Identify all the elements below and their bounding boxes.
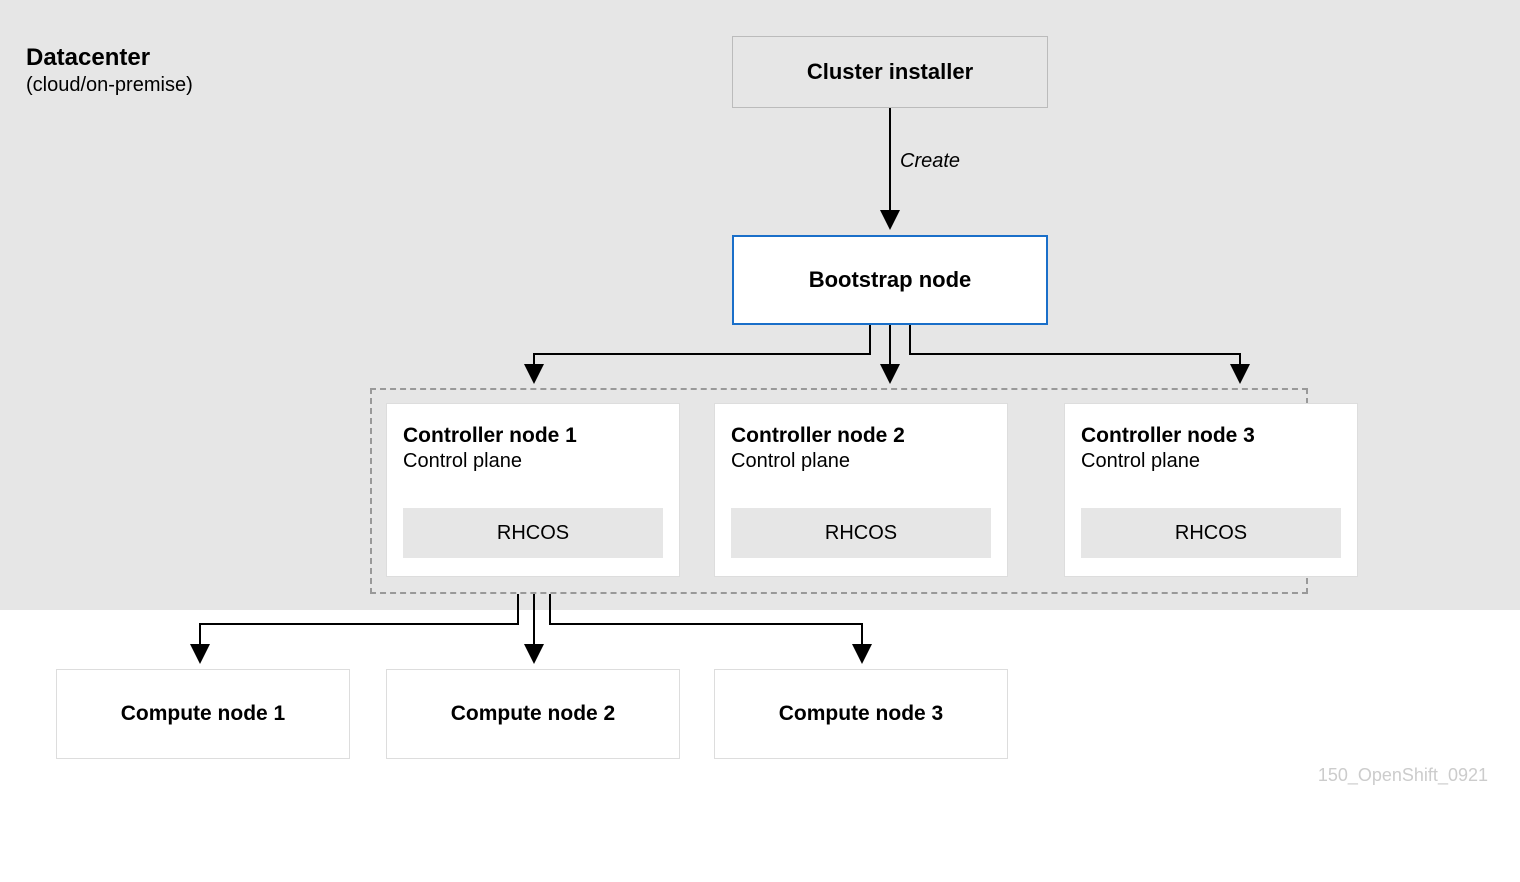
controller-3-title: Controller node 3	[1081, 424, 1341, 448]
compute-node-3: Compute node 3	[714, 669, 1008, 759]
controller-1-os: RHCOS	[403, 508, 663, 558]
compute-1-label: Compute node 1	[121, 702, 286, 726]
compute-3-label: Compute node 3	[779, 702, 944, 726]
controller-node-2: Controller node 2 Control plane RHCOS	[714, 403, 1008, 577]
controller-2-os: RHCOS	[731, 508, 991, 558]
cluster-installer-box: Cluster installer	[732, 36, 1048, 108]
controller-node-1: Controller node 1 Control plane RHCOS	[386, 403, 680, 577]
controller-3-sub: Control plane	[1081, 450, 1341, 473]
controller-node-3: Controller node 3 Control plane RHCOS	[1064, 403, 1358, 577]
controller-2-sub: Control plane	[731, 450, 991, 473]
controller-1-sub: Control plane	[403, 450, 663, 473]
compute-2-label: Compute node 2	[451, 702, 616, 726]
bootstrap-node-box: Bootstrap node	[732, 235, 1048, 325]
cluster-installer-label: Cluster installer	[807, 59, 973, 85]
controller-2-title: Controller node 2	[731, 424, 991, 448]
compute-node-2: Compute node 2	[386, 669, 680, 759]
datacenter-subtitle: (cloud/on-premise)	[26, 74, 193, 97]
datacenter-title: Datacenter	[26, 44, 150, 72]
compute-node-1: Compute node 1	[56, 669, 350, 759]
controller-1-title: Controller node 1	[403, 424, 663, 448]
bootstrap-node-label: Bootstrap node	[809, 267, 972, 293]
controller-3-os: RHCOS	[1081, 508, 1341, 558]
watermark-text: 150_OpenShift_0921	[1318, 765, 1488, 786]
create-label: Create	[900, 150, 960, 173]
